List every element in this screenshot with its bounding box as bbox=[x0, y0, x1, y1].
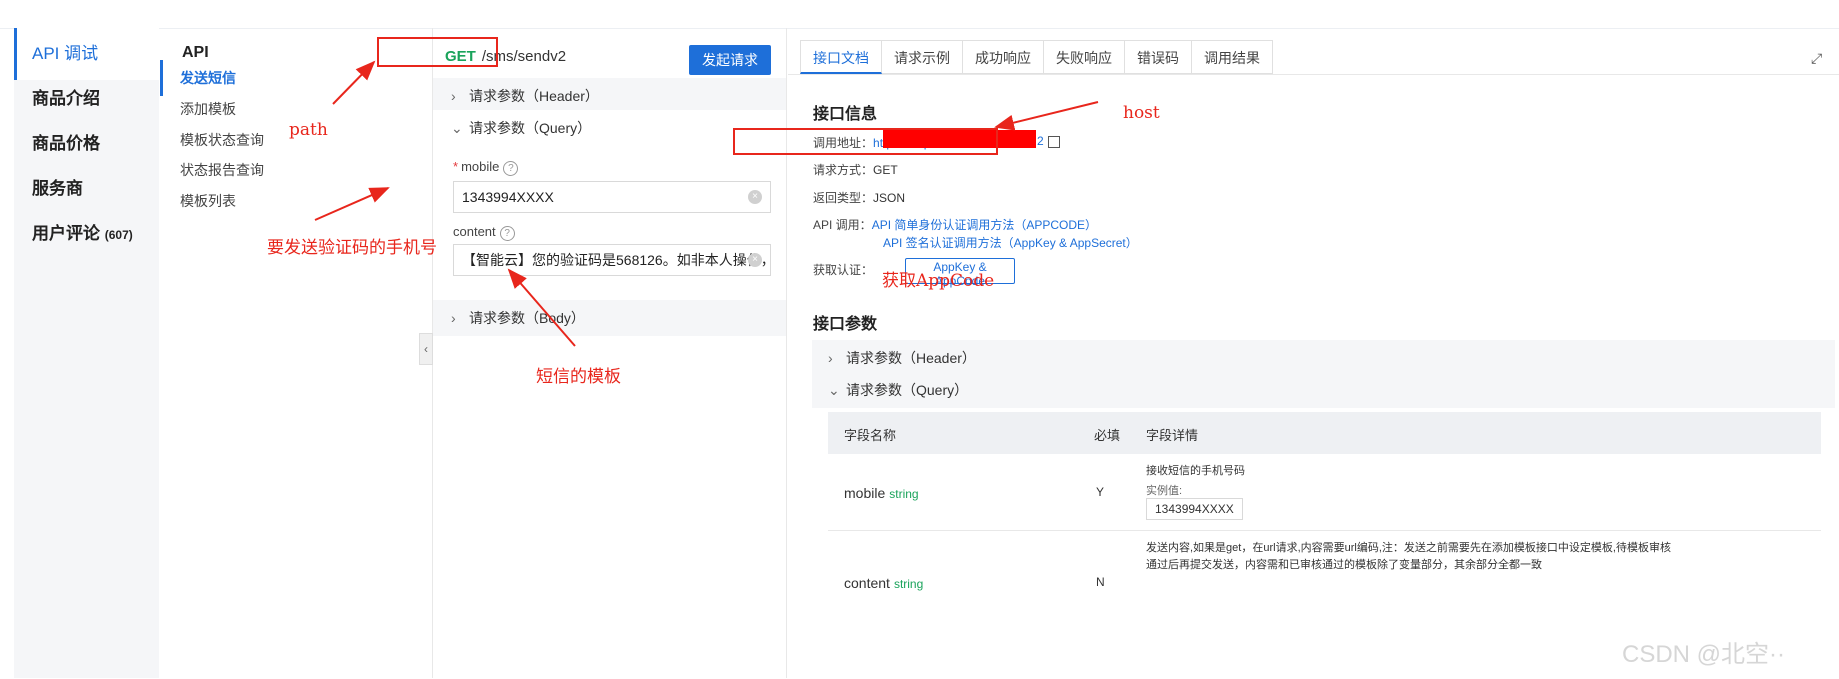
method-row: 请求方式：GET bbox=[813, 161, 898, 178]
param-section-query[interactable]: ⌄ 请求参数（Query） bbox=[812, 372, 1835, 408]
required-mark: * bbox=[453, 159, 459, 174]
field-name-text: mobile bbox=[844, 485, 886, 501]
watermark: CSDN @北空·· bbox=[1622, 641, 1786, 668]
annotation-template: 短信的模板 bbox=[536, 367, 621, 387]
api-call-link-appkey[interactable]: API 签名认证调用方法（AppKey & AppSecret） bbox=[883, 236, 1138, 250]
annotation-appcode: 获取AppCode bbox=[882, 271, 995, 291]
field-detail-2: 通过后再提交发送，内容需和已审核通过的模板除了变量部分，其余部分全都一致 bbox=[1146, 559, 1542, 571]
annotation-host: host bbox=[1123, 103, 1160, 123]
table-header: 字段名称 必填 字段详情 bbox=[828, 412, 1821, 454]
help-icon[interactable]: ? bbox=[499, 226, 515, 241]
chevron-right-icon: › bbox=[828, 350, 833, 366]
info-title: 接口信息 bbox=[813, 106, 878, 123]
doc-tabs: 接口文档 请求示例 成功响应 失败响应 错误码 调用结果 bbox=[800, 40, 1273, 74]
doc-panel: 接口文档请求示例成功响应失败响应错误码调用结果 ⤢ 接口信息 调用地址：http… bbox=[788, 28, 1839, 678]
section-header-label: 请求参数（Header） bbox=[469, 88, 599, 104]
copy-icon[interactable] bbox=[1047, 135, 1060, 148]
tab-api-doc[interactable]: 接口文档 bbox=[800, 40, 882, 74]
content-input-value: 【智能云】您的验证码是568126。如非本人操作，请忽略本短信 bbox=[462, 252, 770, 268]
top-bar bbox=[0, 0, 1839, 29]
param-section-header[interactable]: › 请求参数（Header） bbox=[812, 340, 1835, 376]
annotation-box-path bbox=[377, 37, 498, 67]
mobile-input-value: 1343994XXXX bbox=[462, 189, 554, 205]
example-label: 实例值: bbox=[1146, 485, 1183, 497]
section-query-label: 请求参数（Query） bbox=[469, 120, 592, 136]
api-call-row-2: API 签名认证调用方法（AppKey & AppSecret） bbox=[883, 234, 1138, 251]
section-body-params[interactable]: › 请求参数（Body） bbox=[433, 300, 786, 336]
method-label: 请求方式： bbox=[813, 163, 874, 177]
left-nav: API 调试 商品介绍 商品价格 服务商 用户评论 (607) bbox=[14, 28, 159, 678]
chevron-right-icon: › bbox=[451, 88, 456, 104]
help-icon[interactable]: ? bbox=[503, 161, 519, 176]
nav-user-reviews[interactable]: 用户评论 (607) bbox=[14, 208, 159, 260]
tab-divider bbox=[788, 74, 1839, 75]
return-value: JSON bbox=[873, 191, 906, 205]
annotation-phone: 要发送验证码的手机号 bbox=[267, 238, 437, 258]
field-name: mobile string bbox=[844, 485, 919, 501]
field-required: Y bbox=[1096, 485, 1105, 499]
param-query-label: 请求参数（Query） bbox=[846, 382, 969, 398]
col-required: 必填 bbox=[1094, 428, 1121, 443]
tab-error-codes[interactable]: 错误码 bbox=[1125, 40, 1192, 74]
field-name-text: content bbox=[844, 575, 890, 591]
mobile-label-text: mobile bbox=[461, 159, 500, 174]
section-body-label: 请求参数（Body） bbox=[469, 310, 585, 326]
debug-panel: GET/sms/sendv2 发起请求 › 请求参数（Header） ⌄ 请求参数（… bbox=[433, 28, 787, 678]
content-label: content? bbox=[453, 224, 515, 241]
clear-icon[interactable]: × bbox=[748, 253, 762, 267]
chevron-right-icon: › bbox=[451, 310, 456, 326]
col-field-name: 字段名称 bbox=[844, 428, 897, 443]
field-required: N bbox=[1096, 575, 1105, 589]
clear-icon[interactable]: × bbox=[748, 190, 762, 204]
content-input[interactable]: 【智能云】您的验证码是568126。如非本人操作，请忽略本短信 × bbox=[453, 244, 771, 276]
send-request-button[interactable]: 发起请求 bbox=[689, 45, 771, 75]
tab-success-response[interactable]: 成功响应 bbox=[963, 40, 1044, 74]
field-name: content string bbox=[844, 575, 923, 591]
field-type: string bbox=[889, 487, 919, 501]
api-call-label: API 调用： bbox=[813, 218, 872, 232]
col-detail: 字段详情 bbox=[1146, 428, 1199, 443]
params-table: 字段名称 必填 字段详情 mobile string Y 接收短信的手机号码 实例… bbox=[828, 412, 1821, 591]
annotation-box-host bbox=[733, 128, 998, 155]
field-detail: 发送内容,如果是get，在url请求,内容需要url编码,注：发送之前需要先在添… bbox=[1146, 542, 1671, 554]
field-type: string bbox=[893, 577, 924, 591]
field-detail: 接收短信的手机号码 bbox=[1146, 465, 1245, 477]
tab-fail-response[interactable]: 失败响应 bbox=[1044, 40, 1125, 74]
content-label-text: content bbox=[453, 224, 496, 239]
section-header-params[interactable]: › 请求参数（Header） bbox=[433, 78, 786, 114]
chevron-down-icon: ⌄ bbox=[828, 382, 840, 398]
mobile-input[interactable]: 1343994XXXX × bbox=[453, 181, 771, 213]
chevron-down-icon: ⌄ bbox=[451, 120, 463, 136]
tab-call-result[interactable]: 调用结果 bbox=[1192, 40, 1273, 74]
example-value: 1343994XXXX bbox=[1146, 498, 1243, 520]
api-call-row: API 调用：API 简单身份认证调用方法（APPCODE） bbox=[813, 216, 1097, 233]
params-title: 接口参数 bbox=[813, 316, 878, 333]
url-link-tail[interactable]: 2 bbox=[1037, 134, 1044, 148]
return-label: 返回类型： bbox=[813, 191, 874, 205]
review-count: (607) bbox=[104, 228, 133, 242]
api-item-template-list[interactable]: 模板列表 bbox=[160, 183, 432, 219]
fullscreen-icon[interactable]: ⤢ bbox=[1811, 50, 1822, 67]
param-header-label: 请求参数（Header） bbox=[846, 350, 976, 366]
method-value: GET bbox=[873, 163, 898, 177]
table-row: content string N 发送内容,如果是get，在url请求,内容需要u… bbox=[828, 531, 1821, 591]
return-row: 返回类型：JSON bbox=[813, 189, 905, 206]
mobile-label: * mobile? bbox=[453, 159, 519, 176]
collapse-panel-button[interactable]: ‹ bbox=[419, 333, 433, 365]
api-call-link-appcode[interactable]: API 简单身份认证调用方法（APPCODE） bbox=[872, 218, 1097, 232]
annotation-path: path bbox=[289, 120, 328, 140]
nav-user-reviews-label: 用户评论 bbox=[32, 224, 100, 243]
auth-label: 获取认证： bbox=[813, 263, 874, 277]
table-row: mobile string Y 接收短信的手机号码 实例值: 1343994XXX… bbox=[828, 454, 1821, 531]
tab-request-example[interactable]: 请求示例 bbox=[882, 40, 963, 74]
url-tail: 2 bbox=[1037, 134, 1060, 148]
